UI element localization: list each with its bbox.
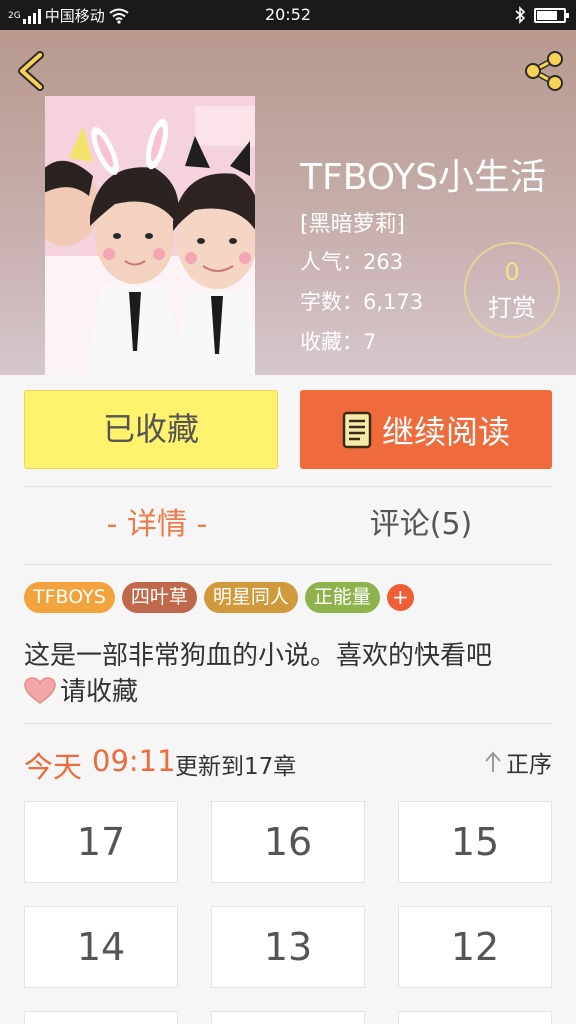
tab-detail[interactable]: - 详情 - <box>40 500 274 550</box>
tag-item[interactable]: 正能量 <box>304 582 380 613</box>
continue-reading-label: 继续阅读 <box>381 412 510 451</box>
arrow-up-icon <box>485 751 501 772</box>
divider <box>24 723 552 724</box>
share-button[interactable] <box>522 50 566 92</box>
chapter-button-partial[interactable] <box>211 1011 365 1024</box>
book-cover[interactable] <box>45 96 255 375</box>
add-tag-button[interactable]: + <box>386 584 414 611</box>
continue-reading-button[interactable]: 继续阅读 <box>300 390 552 469</box>
share-icon <box>525 51 563 91</box>
bluetooth-icon <box>515 6 526 24</box>
tag-item[interactable]: 四叶草 <box>121 582 197 613</box>
description-line-2: 请收藏 <box>24 674 554 710</box>
update-day: 今天 <box>24 750 83 784</box>
status-time: 20:52 <box>264 5 312 24</box>
update-time: 09:11 <box>92 744 176 778</box>
divider <box>24 564 552 565</box>
reward-label: 打赏 <box>488 294 536 322</box>
book-title: TFBOYS小生活 <box>300 157 546 198</box>
description-line-2-text: 请收藏 <box>60 677 139 707</box>
heart-icon <box>24 677 56 704</box>
back-button[interactable] <box>14 50 50 92</box>
status-bar: 2G 中国移动 20:52 <box>0 0 576 30</box>
sort-order-label: 正序 <box>506 752 552 778</box>
tag-item[interactable]: 明星同人 <box>203 582 298 613</box>
divider <box>24 486 552 487</box>
book-author[interactable]: ⁅黑暗萝莉⁆ <box>300 206 405 238</box>
tag-item[interactable]: TFBOYS <box>24 582 115 613</box>
chapter-button-partial[interactable] <box>24 1011 178 1024</box>
tab-comments[interactable]: 评论(5) <box>304 500 538 550</box>
chapter-button[interactable]: 13 <box>211 906 365 988</box>
battery-icon <box>534 7 569 23</box>
reward-button[interactable]: 0 打赏 <box>464 242 560 338</box>
description-line-1: 这是一部非常狗血的小说。喜欢的快看吧 <box>24 641 493 671</box>
chapter-button[interactable]: 12 <box>398 906 552 988</box>
chapter-button[interactable]: 17 <box>24 801 178 883</box>
chapter-button[interactable]: 14 <box>24 906 178 988</box>
word-count-stat: 字数：6,173 <box>300 290 424 314</box>
favorited-button[interactable]: 已收藏 <box>24 390 278 469</box>
book-icon <box>342 411 372 448</box>
chapter-button[interactable]: 15 <box>398 801 552 883</box>
chapter-button-partial[interactable] <box>398 1011 552 1024</box>
chapter-button[interactable]: 16 <box>211 801 365 883</box>
update-status: 更新到17章 <box>175 754 297 780</box>
status-right <box>514 6 569 24</box>
book-header: TFBOYS小生活 ⁅黑暗萝莉⁆ 人气：263 字数：6,173 收藏：7 0 … <box>0 30 576 375</box>
reward-count: 0 <box>504 258 520 286</box>
tag-list: TFBOYS 四叶草 明星同人 正能量 + <box>24 582 414 613</box>
cover-image <box>45 96 255 375</box>
favorites-stat: 收藏：7 <box>300 330 377 354</box>
popularity-stat: 人气：263 <box>300 250 404 274</box>
sort-order-button[interactable]: 正序 <box>484 745 552 779</box>
book-description: 这是一部非常狗血的小说。喜欢的快看吧 请收藏 <box>24 638 554 710</box>
